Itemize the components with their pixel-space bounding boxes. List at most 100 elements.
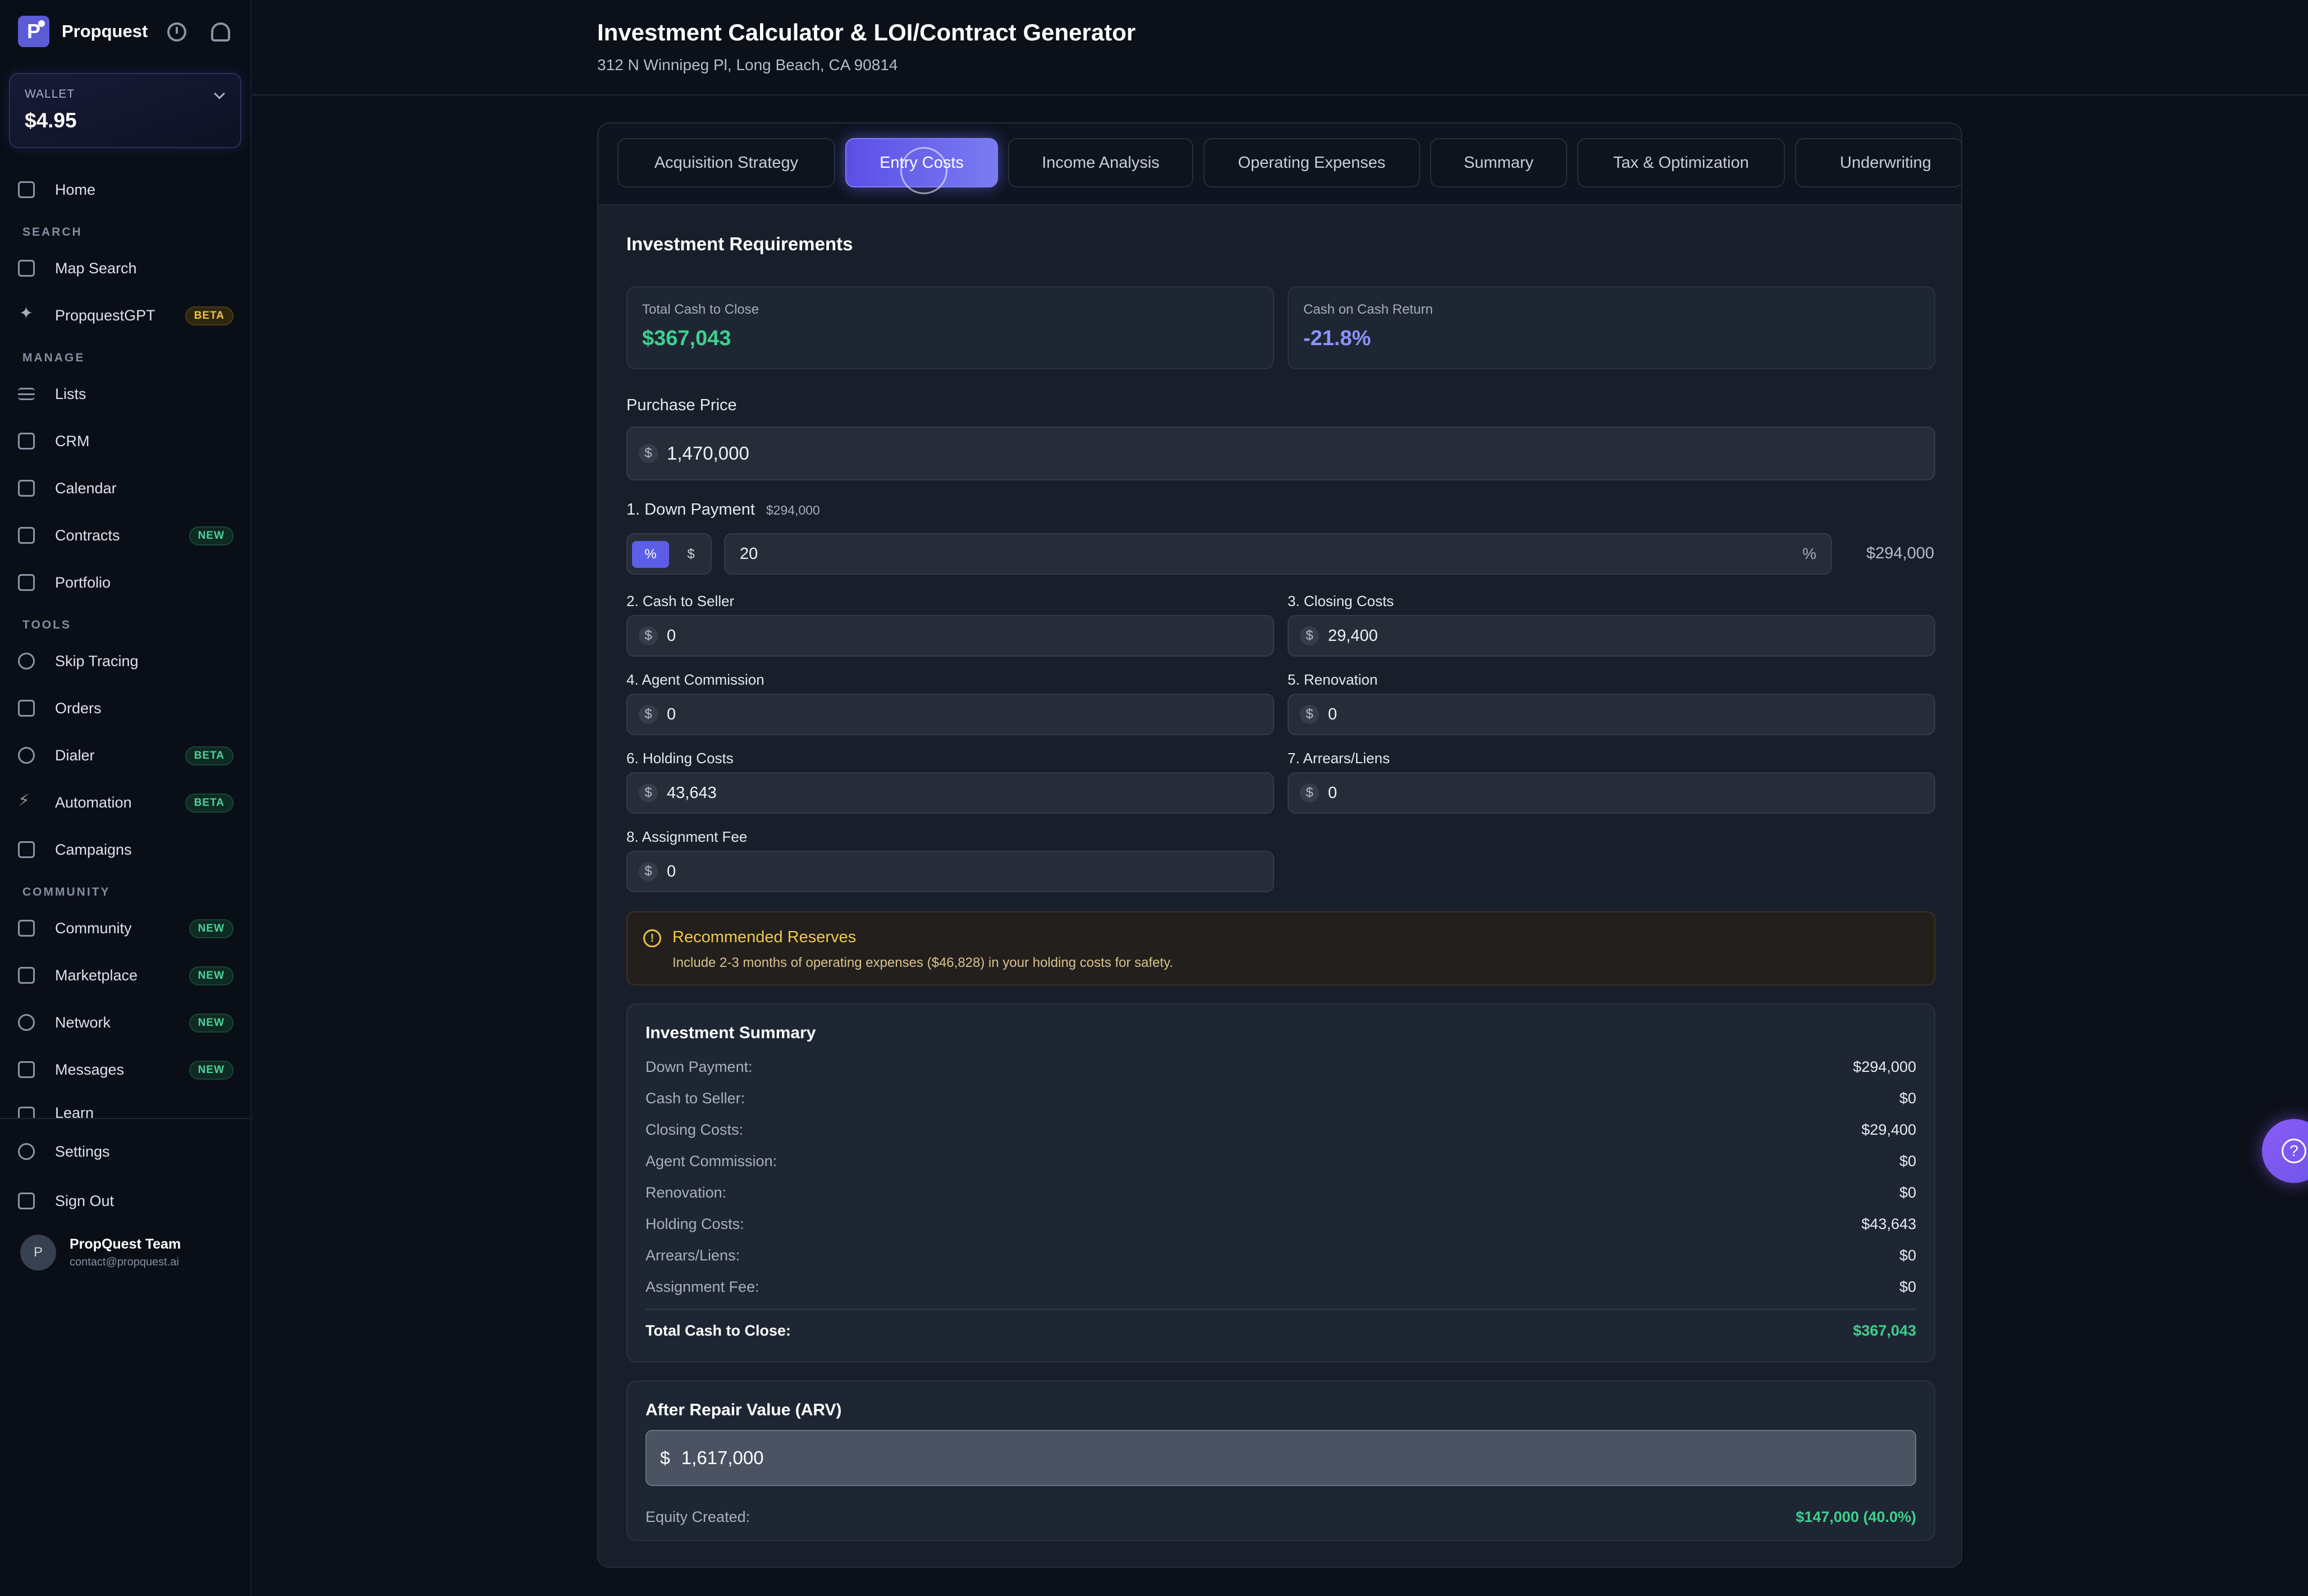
arrears-liens-label: 7. Arrears/Liens (1288, 750, 1390, 767)
summary-title: Investment Summary (645, 1024, 816, 1042)
dollar-icon: $ (1300, 705, 1319, 724)
tab-underwriting[interactable]: Underwriting (1795, 138, 1961, 187)
summary-row: Down Payment: $294,000 (645, 1058, 1916, 1081)
history-icon[interactable] (167, 22, 186, 42)
wallet-card[interactable]: WALLET $4.95 (9, 73, 241, 148)
sidebar-item-crm[interactable]: CRM (18, 424, 233, 458)
holding-costs-input[interactable]: $ 43,643 (626, 772, 1274, 814)
summary-row: Cash to Seller: $0 (645, 1090, 1916, 1112)
input-value: 43,643 (667, 783, 717, 802)
cash-to-seller-input[interactable]: $ 0 (626, 615, 1274, 657)
user-icon (18, 653, 35, 669)
purchase-price-label: Purchase Price (626, 396, 737, 414)
sidebar-item-dialer[interactable]: Dialer BETA (18, 739, 233, 772)
sidebar-item-label: Skip Tracing (55, 652, 139, 669)
sidebar-item-orders[interactable]: Orders (18, 691, 233, 725)
tab-bar: Acquisition Strategy Entry Costs Income … (598, 123, 1961, 205)
sidebar-divider (0, 1118, 250, 1119)
info-circle-icon: ! (643, 929, 661, 947)
calculator-card: Acquisition Strategy Entry Costs Income … (597, 122, 1962, 1568)
sidebar-item-home[interactable]: Home (18, 173, 233, 207)
summary-label: Down Payment: (645, 1058, 753, 1075)
tab-summary[interactable]: Summary (1430, 138, 1567, 187)
tab-tax-optimization[interactable]: Tax & Optimization (1577, 138, 1785, 187)
sidebar-item-label: CRM (55, 432, 90, 450)
sidebar-item-community[interactable]: Community NEW (18, 911, 233, 945)
sidebar-item-label: PropquestGPT (55, 306, 155, 324)
agent-commission-input[interactable]: $ 0 (626, 694, 1274, 735)
nav-section-tools: TOOLS (22, 618, 71, 631)
summary-label: Closing Costs: (645, 1121, 744, 1138)
down-payment-mode-toggle[interactable]: % $ (626, 533, 712, 575)
sidebar-item-messages[interactable]: Messages NEW (18, 1053, 233, 1086)
tab-income-analysis[interactable]: Income Analysis (1008, 138, 1193, 187)
map-icon (18, 260, 35, 277)
sidebar-item-contracts[interactable]: Contracts NEW (18, 519, 233, 552)
folder-icon (18, 574, 35, 591)
summary-total-label: Total Cash to Close: (645, 1322, 791, 1339)
arrears-liens-input[interactable]: $ 0 (1288, 772, 1935, 814)
sidebar-item-network[interactable]: Network NEW (18, 1006, 233, 1039)
sidebar-item-label: Dialer (55, 746, 95, 764)
arv-input[interactable]: $ 1,617,000 (645, 1430, 1916, 1486)
sidebar-item-calendar[interactable]: Calendar (18, 471, 233, 505)
total-cash-metric: Total Cash to Close $367,043 (626, 286, 1274, 369)
dollar-icon: $ (639, 705, 658, 724)
closing-costs-label: 3. Closing Costs (1288, 593, 1394, 609)
sidebar-item-label: Map Search (55, 259, 137, 277)
sidebar-item-marketplace[interactable]: Marketplace NEW (18, 958, 233, 992)
new-badge: NEW (189, 919, 233, 938)
sidebar-item-label: Marketplace (55, 966, 138, 984)
summary-total-row: Total Cash to Close: $367,043 (645, 1322, 1916, 1345)
summary-label: Renovation: (645, 1184, 727, 1201)
user-profile[interactable]: P PropQuest Team contact@propquest.ai (20, 1235, 181, 1271)
sidebar-item-sign-out[interactable]: Sign Out (18, 1184, 233, 1218)
summary-row: Renovation: $0 (645, 1184, 1916, 1207)
purchase-price-input[interactable]: $ 1,470,000 (626, 426, 1935, 480)
sidebar-item-label: Automation (55, 794, 132, 811)
brand[interactable]: P Propquest (18, 15, 230, 48)
closing-costs-input[interactable]: $ 29,400 (1288, 615, 1935, 657)
percent-toggle-option[interactable]: % (632, 541, 669, 568)
summary-total-value: $367,043 (1853, 1322, 1916, 1339)
input-value: 0 (1328, 705, 1338, 723)
tab-acquisition-strategy[interactable]: Acquisition Strategy (617, 138, 835, 187)
dollar-toggle-option[interactable]: $ (672, 541, 709, 568)
sidebar-item-map-search[interactable]: Map Search (18, 251, 233, 285)
nav-section-search: SEARCH (22, 226, 83, 239)
summary-row: Assignment Fee: $0 (645, 1278, 1916, 1301)
sidebar-item-propquestgpt[interactable]: PropquestGPT BETA (18, 299, 233, 332)
wallet-label: WALLET (25, 88, 75, 100)
summary-row: Agent Commission: $0 (645, 1153, 1916, 1175)
section-title: Investment Requirements (626, 233, 853, 254)
summary-label: Holding Costs: (645, 1216, 744, 1232)
help-button[interactable]: ? (2262, 1119, 2308, 1183)
sidebar-item-portfolio[interactable]: Portfolio (18, 566, 233, 599)
summary-divider (645, 1309, 1916, 1310)
sidebar-item-automation[interactable]: Automation BETA (18, 786, 233, 819)
tab-entry-costs[interactable]: Entry Costs (845, 138, 998, 194)
chevron-down-icon[interactable] (214, 88, 225, 99)
renovation-input[interactable]: $ 0 (1288, 694, 1935, 735)
propquest-logo: P (18, 16, 49, 47)
assignment-fee-input[interactable]: $ 0 (626, 851, 1274, 892)
tab-operating-expenses[interactable]: Operating Expenses (1203, 138, 1420, 187)
input-value: 1,470,000 (667, 443, 749, 464)
sidebar-item-lists[interactable]: Lists (18, 377, 233, 411)
arv-title: After Repair Value (ARV) (645, 1401, 842, 1419)
sidebar: P Propquest WALLET $4.95 Home SEARCH Map… (0, 0, 251, 1596)
bell-icon[interactable] (211, 22, 230, 42)
sidebar-item-campaigns[interactable]: Campaigns (18, 833, 233, 866)
dollar-icon: $ (639, 444, 658, 463)
cash-to-seller-label: 2. Cash to Seller (626, 593, 735, 609)
arv-section: After Repair Value (ARV) $ 1,617,000 Equ… (626, 1381, 1935, 1541)
sidebar-item-learn[interactable]: Learn (18, 1099, 233, 1118)
down-payment-input[interactable]: 20 % (724, 533, 1832, 575)
newspaper-icon (18, 920, 35, 937)
summary-row: Holding Costs: $43,643 (645, 1216, 1916, 1238)
beta-badge: BETA (185, 794, 233, 813)
sidebar-item-settings[interactable]: Settings (18, 1135, 233, 1168)
summary-row: Closing Costs: $29,400 (645, 1121, 1916, 1144)
sidebar-item-skip-tracing[interactable]: Skip Tracing (18, 644, 233, 678)
user-name: PropQuest Team (70, 1236, 181, 1252)
